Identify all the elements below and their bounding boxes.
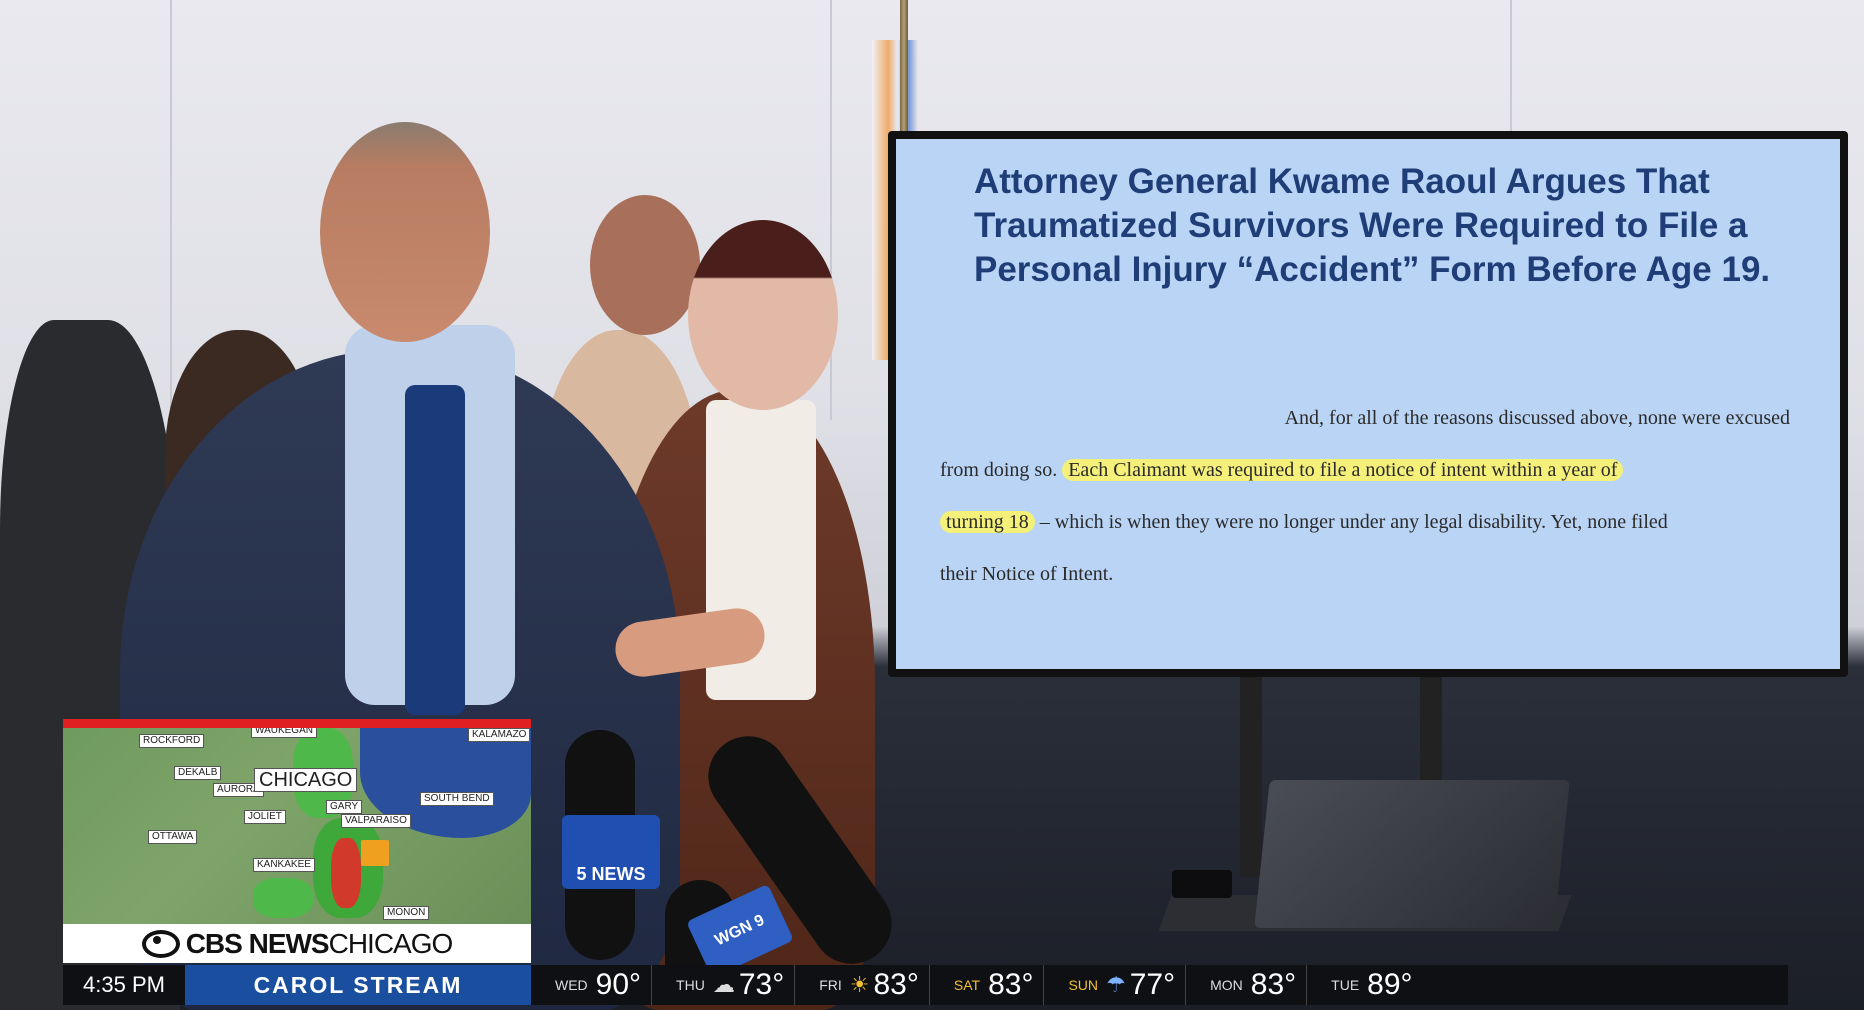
- highlighted-text: turning 18: [940, 511, 1035, 533]
- weather-inset: ROCKFORD WAUKEGAN KALAMAZO DEKALB AURORA…: [63, 719, 531, 963]
- cloud-icon: ☁: [712, 972, 735, 998]
- wall-seam: [830, 0, 832, 420]
- laptop: [1254, 780, 1570, 928]
- slide-title: Attorney General Kwame Raoul Argues That…: [974, 162, 1771, 289]
- forecast-day: SUN ☂ 77°: [1044, 965, 1187, 1005]
- nbc5-mic-flag: 5 NEWS: [562, 815, 660, 889]
- rain-icon: ☂: [1106, 972, 1126, 998]
- remote-control: [1172, 870, 1232, 898]
- cbs-eye-icon: [141, 929, 180, 958]
- woman-brown-suit-head: [688, 220, 838, 410]
- warning-box: [361, 840, 389, 866]
- wall-seam: [170, 0, 172, 420]
- highlighted-text: Each Claimant was required to file a not…: [1062, 459, 1624, 481]
- forecast-day: SAT 83°: [930, 965, 1045, 1005]
- news-broadcast-frame: Attorney General Kwame Raoul Argues That…: [0, 0, 1864, 1010]
- city-label: OTTAWA: [148, 830, 198, 844]
- person-background-woman-head: [590, 195, 700, 335]
- slide-line-2: from doing so. Each Claimant was require…: [940, 444, 1810, 496]
- forecast-day: WED 90°: [531, 965, 653, 1005]
- sun-icon: ☀: [849, 972, 870, 998]
- city-label: WAUKEGAN: [251, 728, 317, 738]
- city-label: GARY: [326, 800, 363, 814]
- slide-body-text: And, for all of the reasons discussed ab…: [940, 392, 1810, 600]
- weather-ticker: 4:35 PM CAROL STREAM WED 90° THU ☁ 73° FRI ☀…: [63, 965, 1788, 1005]
- clock: 4:35 PM: [83, 972, 165, 997]
- inset-red-bar: [63, 719, 531, 728]
- radar-map: ROCKFORD WAUKEGAN KALAMAZO DEKALB AURORA…: [63, 728, 531, 924]
- radar-echo: [253, 878, 313, 918]
- location-label: CAROL STREAM: [185, 965, 531, 1005]
- slide-line-3: turning 18 – which is when they were no …: [940, 496, 1810, 548]
- slide-line-4: their Notice of Intent.: [940, 563, 1114, 585]
- city-label: DEKALB: [174, 766, 222, 780]
- monitor-stand-leg: [1240, 677, 1262, 877]
- forecast-day: TUE 89°: [1331, 968, 1413, 1001]
- city-label: ROCKFORD: [139, 734, 205, 748]
- speaker-tie: [405, 385, 465, 715]
- forecast-day: THU ☁ 73°: [652, 965, 796, 1005]
- seven-day-forecast: WED 90° THU ☁ 73° FRI ☀ 83° SAT 83° SUN ☂ 77° MO…: [531, 965, 1788, 1005]
- cbs-news-chicago-logo: CBS NEWSCHICAGO: [63, 924, 531, 963]
- radar-heavy-echo: [331, 838, 361, 908]
- forecast-day: MON 83°: [1186, 965, 1308, 1005]
- city-label: JOLIET: [244, 810, 286, 824]
- city-label: VALPARAISO: [341, 814, 411, 828]
- city-label-chicago: CHICAGO: [254, 768, 358, 792]
- city-label: KANKAKEE: [253, 858, 315, 872]
- city-label: SOUTH BEND: [420, 792, 494, 806]
- slide-line-1: And, for all of the reasons discussed ab…: [1284, 407, 1790, 429]
- forecast-day: FRI ☀ 83°: [795, 965, 930, 1005]
- city-label: KALAMAZO: [468, 728, 531, 742]
- speaker-head: [320, 122, 490, 342]
- city-label: MONON: [383, 906, 430, 920]
